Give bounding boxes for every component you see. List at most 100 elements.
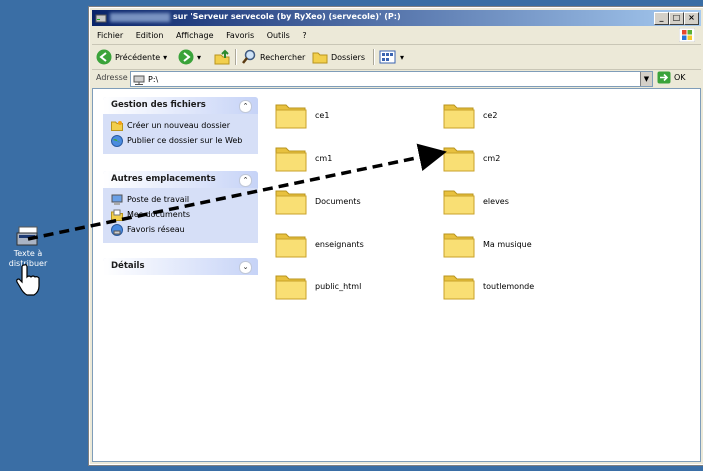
folder-icon (275, 144, 307, 172)
search-button[interactable]: Rechercher (241, 48, 305, 66)
file-tasks-panel: Gestion des fichiers ⌃ Créer un nouveau … (103, 97, 258, 154)
windows-logo-icon (679, 28, 695, 42)
collapse-chevron-icon[interactable]: ⌃ (239, 174, 252, 187)
forward-dropdown-icon[interactable]: ▾ (197, 53, 201, 62)
forward-button[interactable]: ▾ (178, 48, 201, 66)
folder-label: Ma musique (483, 239, 532, 249)
back-button[interactable]: Précédente ▾ (96, 48, 167, 66)
place-network-label: Favoris réseau (127, 225, 185, 234)
up-folder-icon (214, 49, 230, 65)
my-documents-icon (111, 209, 123, 221)
go-arrow-icon (657, 71, 671, 84)
go-button[interactable]: OK (657, 71, 686, 84)
folder-icon (275, 230, 307, 258)
place-my-computer-label: Poste de travail (127, 195, 190, 204)
folders-icon (312, 52, 328, 64)
other-places-panel: Autres emplacements ⌃ Poste de travail M… (103, 171, 258, 243)
folder-icon (443, 272, 475, 300)
folder-ma-musique[interactable]: Ma musique (443, 230, 532, 258)
globe-icon (111, 134, 123, 147)
folder-public-html[interactable]: public_html (275, 272, 361, 300)
minimize-button[interactable]: _ (654, 12, 669, 25)
details-header[interactable]: Détails ⌄ (103, 258, 258, 275)
network-drive-icon (133, 75, 145, 85)
task-publish-web[interactable]: Publier ce dossier sur le Web (111, 133, 252, 148)
back-arrow-icon (96, 49, 112, 65)
network-places-icon (111, 223, 123, 236)
hand-cursor-icon (16, 263, 42, 297)
folder-label: toutlemonde (483, 281, 535, 291)
views-button[interactable]: ▾ (379, 48, 404, 66)
menu-help[interactable]: ? (297, 27, 311, 44)
folder-icon (443, 187, 475, 215)
search-button-label: Rechercher (260, 52, 306, 62)
explorer-window: sur 'Serveur servecole (by RyXeo) (serve… (89, 7, 703, 465)
back-dropdown-icon[interactable]: ▾ (163, 53, 167, 62)
back-button-label: Précédente (115, 52, 161, 62)
folder-label: public_html (315, 281, 362, 291)
folder-label: eleves (483, 196, 509, 206)
forward-arrow-icon (178, 49, 194, 65)
task-new-folder[interactable]: Créer un nouveau dossier (111, 118, 252, 133)
place-my-computer[interactable]: Poste de travail (111, 192, 252, 207)
folder-label: cm1 (315, 153, 333, 163)
toolbar: Précédente ▾ ▾ Rechercher Dossiers ▾ (92, 45, 701, 70)
folder-toutlemonde[interactable]: toutlemonde (443, 272, 534, 300)
folder-icon (443, 144, 475, 172)
folders-button[interactable]: Dossiers (312, 48, 365, 66)
folder-ce2[interactable]: ce2 (443, 101, 497, 129)
folder-icon (275, 272, 307, 300)
other-places-header[interactable]: Autres emplacements ⌃ (103, 171, 258, 188)
place-my-documents-label: Mes documents (127, 210, 191, 219)
blurred-share-name (110, 13, 170, 22)
folder-cm2[interactable]: cm2 (443, 144, 500, 172)
expand-chevron-icon[interactable]: ⌄ (239, 261, 252, 274)
task-publish-web-label: Publier ce dossier sur le Web (127, 136, 243, 145)
address-dropdown-icon[interactable]: ▼ (640, 72, 652, 86)
place-my-documents[interactable]: Mes documents (111, 207, 252, 222)
folder-cm1[interactable]: cm1 (275, 144, 332, 172)
place-network[interactable]: Favoris réseau (111, 222, 252, 237)
menu-affichage[interactable]: Affichage (171, 27, 219, 44)
toolbar-separator (373, 49, 375, 65)
folder-enseignants[interactable]: enseignants (275, 230, 364, 258)
menu-fichier[interactable]: Fichier (92, 27, 128, 44)
drive-icon (95, 14, 107, 23)
menu-favoris[interactable]: Favoris (221, 27, 259, 44)
menu-outils[interactable]: Outils (262, 27, 295, 44)
go-button-label: OK (674, 73, 686, 82)
other-places-title: Autres emplacements (111, 174, 216, 184)
maximize-button[interactable]: □ (669, 12, 684, 25)
folders-button-label: Dossiers (331, 52, 365, 62)
folder-ce1[interactable]: ce1 (275, 101, 329, 129)
folder-label: Documents (315, 196, 361, 206)
music-folder-icon (443, 230, 475, 258)
details-title: Détails (111, 261, 145, 271)
folder-label: ce2 (483, 110, 498, 120)
address-bar: Adresse P:\ ▼ OK (92, 70, 701, 87)
collapse-chevron-icon[interactable]: ⌃ (239, 100, 252, 113)
folder-documents[interactable]: Documents (275, 187, 361, 215)
details-panel: Détails ⌄ (103, 258, 258, 275)
close-button[interactable]: × (684, 12, 699, 25)
toolbar-separator (235, 49, 237, 65)
computer-icon (111, 194, 123, 205)
folder-label: ce1 (315, 110, 330, 120)
text-document-icon (15, 225, 41, 247)
address-label: Adresse (96, 73, 128, 82)
title-bar[interactable]: sur 'Serveur servecole (by RyXeo) (serve… (92, 10, 701, 26)
file-tasks-header[interactable]: Gestion des fichiers ⌃ (103, 97, 258, 114)
views-icon (379, 50, 396, 64)
up-folder-button[interactable] (214, 48, 230, 66)
search-icon (242, 49, 256, 64)
new-folder-icon (111, 121, 123, 131)
folder-icon (275, 187, 307, 215)
address-input[interactable]: P:\ ▼ (130, 71, 653, 87)
menu-edition[interactable]: Edition (131, 27, 169, 44)
content-area: Gestion des fichiers ⌃ Créer un nouveau … (92, 88, 701, 462)
folder-label: cm2 (483, 153, 501, 163)
folder-eleves[interactable]: eleves (443, 187, 509, 215)
folder-icon (443, 101, 475, 129)
views-dropdown-icon[interactable]: ▾ (400, 53, 404, 62)
file-tasks-title: Gestion des fichiers (111, 100, 206, 110)
